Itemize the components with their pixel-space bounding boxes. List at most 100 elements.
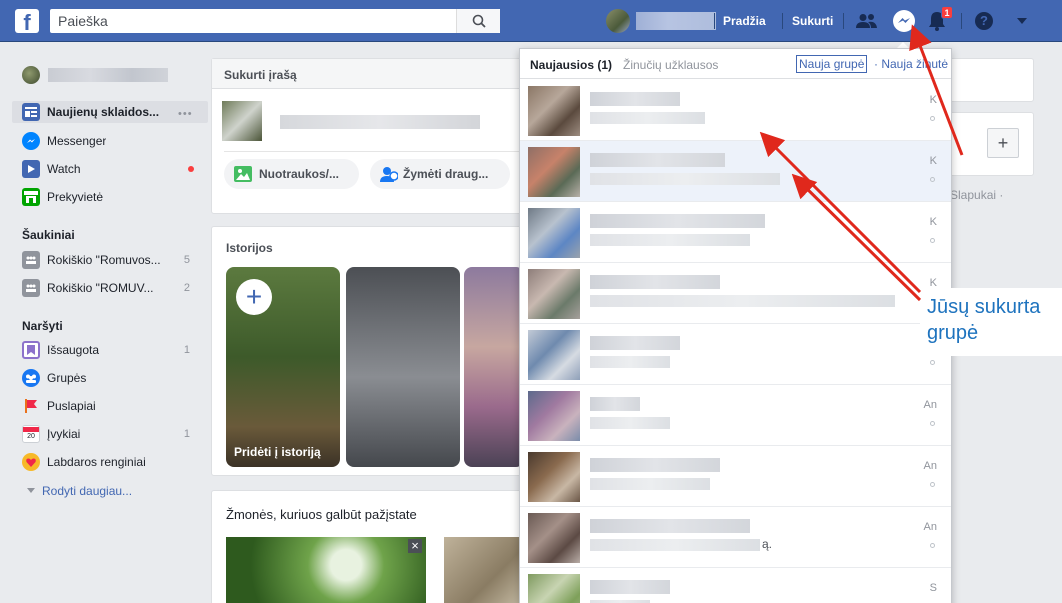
conversation-row[interactable]: ą. An — [520, 507, 951, 568]
nav-divider — [843, 13, 844, 29]
close-icon[interactable]: × — [408, 539, 422, 553]
cookies-link[interactable]: Slapukai · — [950, 188, 1003, 202]
item-count: 5 — [183, 254, 190, 266]
more-options-icon[interactable]: ••• — [178, 108, 193, 120]
conversation-snippet-blurred — [590, 417, 670, 429]
conversation-row[interactable]: K — [520, 80, 951, 141]
create-post-title: Sukurti įrašą — [212, 59, 530, 89]
sidebar-item-groups[interactable]: Grupės — [22, 368, 202, 388]
messenger-dropdown: Naujausios (1) Žinučių užklausos Nauja g… — [519, 48, 952, 603]
mark-as-read-dot[interactable] — [930, 421, 935, 426]
search-button[interactable] — [456, 9, 500, 33]
profile-name-blurred — [48, 68, 168, 82]
search-input[interactable] — [50, 9, 450, 33]
conversation-row[interactable] — [520, 324, 951, 385]
avatar — [528, 513, 580, 563]
sidebar-item-label: Labdaros renginiai — [47, 455, 146, 469]
mark-as-read-dot[interactable] — [930, 116, 935, 121]
shortcuts-header: Šaukiniai — [22, 228, 75, 242]
sidebar-item-fundraisers[interactable]: Labdaros renginiai — [22, 452, 202, 472]
chevron-down-icon — [27, 488, 35, 493]
mark-as-read-dot[interactable] — [930, 360, 935, 365]
tag-button-label: Žymėti draug... — [403, 167, 489, 181]
show-more-label: Rodyti daugiau... — [42, 484, 133, 498]
people-you-may-know-card: Žmonės, kuriuos galbūt pažįstate × — [211, 490, 531, 603]
sidebar-item-shortcut[interactable]: Rokiškio "ROMUV... 2 — [22, 278, 202, 298]
tab-message-requests[interactable]: Žinučių užklausos — [623, 58, 718, 72]
conversation-row[interactable]: An — [520, 446, 951, 507]
conversation-row[interactable]: K — [520, 202, 951, 263]
groups-icon — [22, 369, 40, 387]
conversation-time: S — [929, 582, 937, 594]
suggested-person-photo[interactable]: × — [226, 537, 426, 603]
conversation-name-blurred — [590, 397, 640, 411]
annotation-line: Jūsų sukurta — [927, 296, 1041, 318]
watch-icon — [22, 160, 40, 178]
flag-icon — [22, 397, 40, 415]
sidebar-item-messenger[interactable]: Messenger — [22, 131, 202, 151]
stories-title: Istorijos — [226, 241, 273, 255]
dropdown-header: Naujausios (1) Žinučių užklausos Nauja g… — [520, 49, 951, 79]
sidebar-profile-link[interactable] — [22, 66, 168, 84]
friend-requests-button[interactable] — [855, 10, 879, 32]
sidebar-item-saved[interactable]: Išsaugota 1 — [22, 340, 202, 360]
conversation-name-blurred — [590, 458, 720, 472]
tab-recent[interactable]: Naujausios (1) — [530, 58, 612, 72]
conversation-row[interactable]: K — [520, 263, 951, 324]
sidebar-item-marketplace[interactable]: Prekyvietė — [22, 187, 202, 207]
sidebar-item-watch[interactable]: Watch — [22, 159, 202, 179]
mark-as-read-dot[interactable] — [930, 177, 935, 182]
sidebar-item-shortcut[interactable]: Rokiškio "Romuvos... 5 — [22, 250, 202, 270]
create-link[interactable]: Sukurti — [792, 14, 833, 28]
mark-as-read-dot[interactable] — [930, 238, 935, 243]
messenger-icon — [22, 132, 40, 150]
conversation-snippet-blurred — [590, 234, 750, 246]
tag-friends-button[interactable]: Žymėti draug... — [370, 159, 510, 189]
composer-prompt-blurred[interactable] — [280, 115, 480, 129]
mark-as-read-dot[interactable] — [930, 482, 935, 487]
add-button[interactable]: + — [987, 128, 1019, 158]
suggested-person-photo[interactable] — [444, 537, 524, 603]
conversation-time: An — [923, 399, 937, 411]
sidebar-item-events[interactable]: 20 Įvykiai 1 — [22, 424, 202, 444]
mark-as-read-dot[interactable] — [930, 543, 935, 548]
conversation-snippet-blurred — [590, 112, 705, 124]
item-count: 1 — [183, 428, 190, 440]
show-more-link[interactable]: Rodyti daugiau... — [22, 484, 132, 498]
tag-friends-icon — [380, 167, 398, 182]
facebook-logo[interactable]: f — [15, 9, 39, 33]
stories-card: Istorijos + Pridėti į istoriją — [211, 226, 531, 476]
sidebar-item-label: Įvykiai — [47, 427, 81, 441]
add-to-story-card[interactable]: + Pridėti į istoriją — [226, 267, 340, 467]
conversation-row[interactable]: S — [520, 568, 951, 603]
conversation-row[interactable]: K — [520, 141, 951, 202]
conversation-row[interactable]: An — [520, 385, 951, 446]
new-message-link[interactable]: · Nauja žinutė — [874, 57, 948, 71]
conversation-snippet-blurred — [590, 356, 670, 368]
top-navigation-bar: f Pradžia Sukurti 1 ? — [0, 0, 1062, 42]
conversation-name-blurred — [590, 153, 725, 167]
search-box[interactable] — [50, 9, 500, 33]
account-menu-button[interactable] — [1010, 10, 1034, 32]
help-button[interactable]: ? — [972, 10, 996, 32]
photo-video-button[interactable]: Nuotraukos/... — [224, 159, 359, 189]
conversation-name-blurred — [590, 275, 720, 289]
messenger-button[interactable] — [890, 7, 918, 35]
new-group-link[interactable]: Nauja grupė — [796, 55, 868, 73]
story-card[interactable] — [346, 267, 460, 467]
divider — [224, 151, 524, 152]
avatar — [222, 101, 262, 141]
avatar — [528, 574, 580, 603]
profile-nav-link[interactable] — [606, 9, 716, 33]
photo-icon — [234, 166, 252, 182]
sidebar-item-label: Išsaugota — [47, 343, 100, 357]
sidebar-item-news-feed[interactable]: Naujienų sklaidos... — [22, 102, 202, 122]
conversation-time: K — [929, 94, 937, 106]
sidebar-item-pages[interactable]: Puslapiai — [22, 396, 202, 416]
messenger-icon — [893, 10, 915, 32]
avatar — [528, 391, 580, 441]
story-card[interactable] — [464, 267, 524, 467]
home-link[interactable]: Pradžia — [723, 14, 766, 28]
notification-count-badge: 1 — [941, 6, 953, 19]
item-count: 2 — [183, 282, 190, 294]
